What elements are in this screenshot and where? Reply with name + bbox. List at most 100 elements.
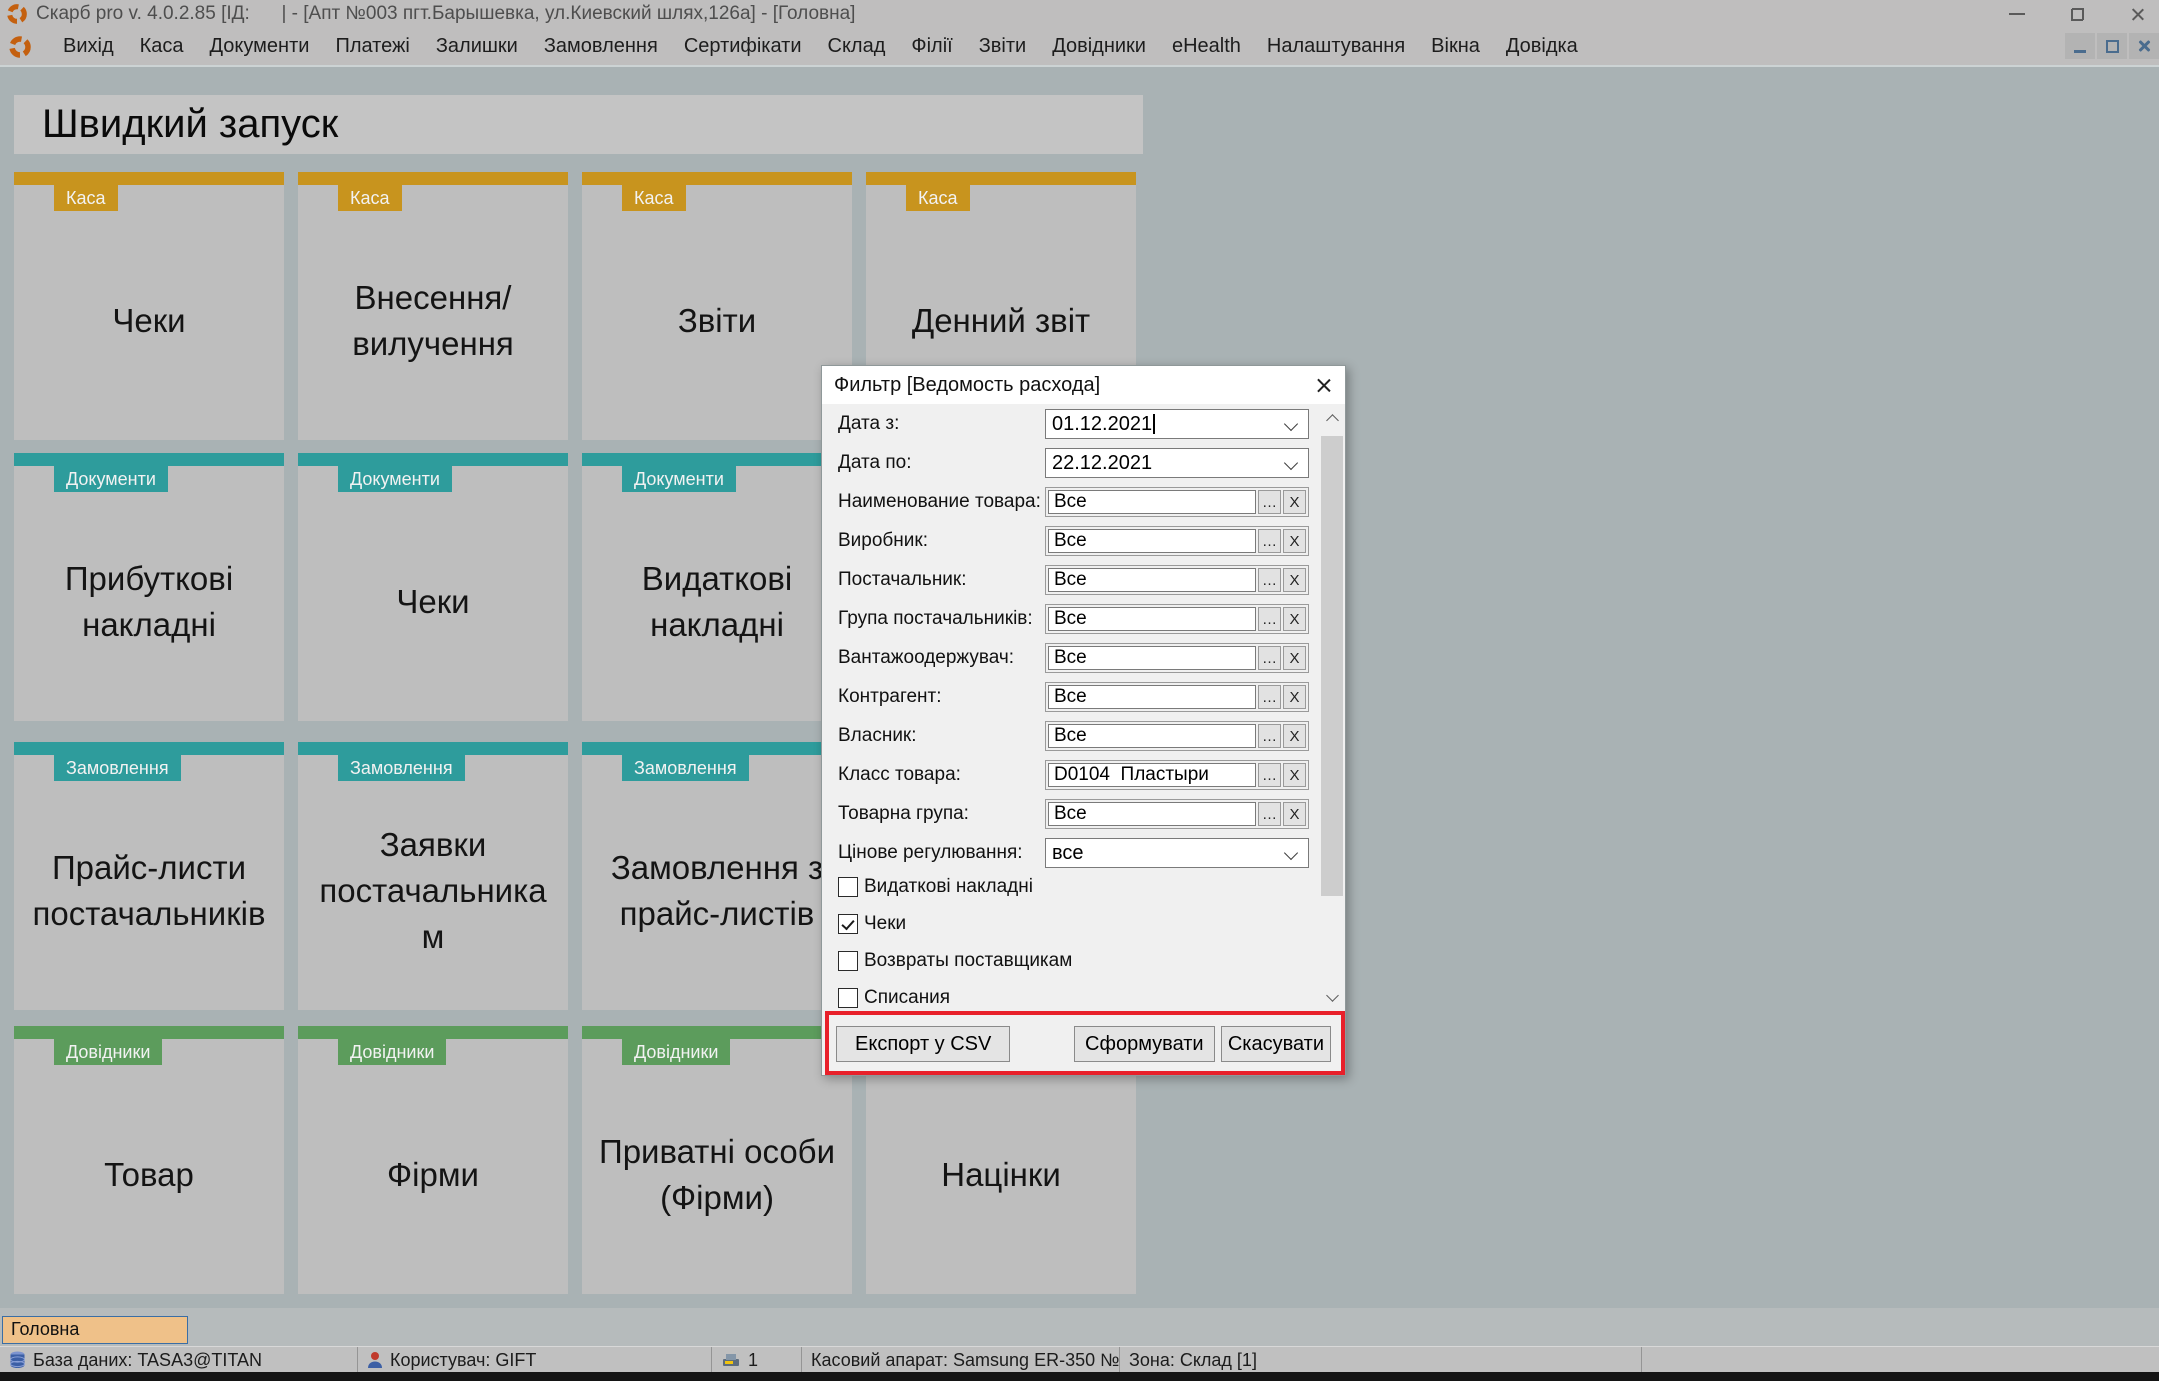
- picker-more-button[interactable]: …: [1258, 685, 1281, 709]
- picker-clear-button[interactable]: X: [1283, 529, 1306, 553]
- picker-field[interactable]: Все: [1048, 685, 1256, 709]
- picker-field[interactable]: Все: [1048, 646, 1256, 670]
- restore-button[interactable]: [2071, 8, 2084, 21]
- menu-zvity[interactable]: Звіти: [966, 30, 1039, 63]
- counterparty-picker: Все … X: [1045, 682, 1309, 712]
- picker-more-button[interactable]: …: [1258, 724, 1281, 748]
- picker-field[interactable]: Все: [1048, 568, 1256, 592]
- picker-clear-button[interactable]: X: [1283, 646, 1306, 670]
- tile-cheky-kasa[interactable]: Каса Чеки: [14, 172, 284, 440]
- menu-filii[interactable]: Філії: [898, 30, 965, 63]
- checkbox-box[interactable]: [838, 988, 858, 1008]
- scrollbar-thumb[interactable]: [1321, 436, 1343, 896]
- menu-zamovlennia[interactable]: Замовлення: [531, 30, 671, 63]
- tile-prais-lysty[interactable]: Замовлення Прайс-листи постачальників: [14, 742, 284, 1010]
- tile-pryvatni-osoby[interactable]: Довідники Приватні особи (Фірми): [582, 1026, 852, 1294]
- menu-kasa[interactable]: Каса: [127, 30, 197, 63]
- tile-color-bar: [298, 742, 568, 755]
- cancel-button[interactable]: Скасувати: [1221, 1026, 1331, 1062]
- menu-ehealth[interactable]: eHealth: [1159, 30, 1254, 63]
- dialog-close-icon[interactable]: [1301, 366, 1345, 404]
- tile-vnesennia-vyluchennia[interactable]: Каса Внесення/вилучення: [298, 172, 568, 440]
- menu-dovidnyky[interactable]: Довідники: [1039, 30, 1159, 63]
- checkbox-box[interactable]: [838, 951, 858, 971]
- database-icon: [9, 1351, 26, 1369]
- tile-vydatkovi-nakladni[interactable]: Документи Видаткові накладні: [582, 453, 852, 721]
- picker-more-button[interactable]: …: [1258, 568, 1281, 592]
- menu-dovidka[interactable]: Довідка: [1493, 30, 1591, 63]
- date-from-value: 01.12.2021: [1046, 413, 1152, 436]
- picker-clear-button[interactable]: X: [1283, 568, 1306, 592]
- date-from-combo[interactable]: 01.12.2021: [1045, 409, 1309, 439]
- checkbox-box[interactable]: [838, 877, 858, 897]
- picker-more-button[interactable]: …: [1258, 646, 1281, 670]
- product-name-picker: Все … X: [1045, 487, 1309, 517]
- picker-field[interactable]: Все: [1048, 724, 1256, 748]
- tile-zamovlennia-z-prais-lystiv[interactable]: Замовлення Замовлення з прайс-листів: [582, 742, 852, 1010]
- menu-vykhid[interactable]: Вихід: [50, 30, 127, 63]
- tile-color-bar: [14, 172, 284, 185]
- checkbox-vydatkovi-nakladni[interactable]: Видаткові накладні: [838, 877, 1321, 897]
- menu-vikna[interactable]: Вікна: [1418, 30, 1493, 63]
- checkbox-box[interactable]: [838, 914, 858, 934]
- mdi-close-button[interactable]: [2129, 33, 2159, 59]
- date-to-combo[interactable]: 22.12.2021: [1045, 448, 1309, 478]
- checkbox-spisaniya[interactable]: Списания: [838, 988, 1321, 1008]
- tile-row-zamovlennia: Замовлення Прайс-листи постачальників За…: [14, 742, 852, 1010]
- picker-field[interactable]: Все: [1048, 490, 1256, 514]
- scroll-up-icon[interactable]: [1321, 404, 1343, 432]
- scroll-down-icon[interactable]: [1321, 983, 1343, 1011]
- picker-more-button[interactable]: …: [1258, 490, 1281, 514]
- price-regulation-combo[interactable]: все: [1045, 838, 1309, 868]
- generate-button[interactable]: Сформувати: [1074, 1026, 1215, 1062]
- picker-field[interactable]: Все: [1048, 529, 1256, 553]
- filter-dialog-titlebar[interactable]: Фильтр [Ведомость расхода]: [822, 366, 1345, 404]
- picker-field[interactable]: Все: [1048, 802, 1256, 826]
- checkbox-vozvraty[interactable]: Возвраты поставщикам: [838, 951, 1321, 971]
- tile-zaiavky[interactable]: Замовлення Заявки постачальникам: [298, 742, 568, 1010]
- mdi-restore-button[interactable]: [2097, 33, 2127, 59]
- picker-clear-button[interactable]: X: [1283, 724, 1306, 748]
- dialog-scrollbar[interactable]: [1321, 404, 1343, 1011]
- tile-firmy[interactable]: Довідники Фірми: [298, 1026, 568, 1294]
- picker-field[interactable]: Все: [1048, 607, 1256, 631]
- tile-color-bar: [14, 453, 284, 466]
- close-button[interactable]: [2130, 7, 2145, 22]
- menu-dokumenty[interactable]: Документи: [197, 30, 323, 63]
- picker-clear-button[interactable]: X: [1283, 802, 1306, 826]
- tile-prybutkovi-nakladni[interactable]: Документи Прибуткові накладні: [14, 453, 284, 721]
- picker-more-button[interactable]: …: [1258, 763, 1281, 787]
- picker-more-button[interactable]: …: [1258, 802, 1281, 826]
- tile-tovar[interactable]: Довідники Товар: [14, 1026, 284, 1294]
- filter-dialog-body: Дата з: 01.12.2021 Дата по: 22.12.2021 Н…: [822, 404, 1321, 1013]
- field-label: Контрагент:: [838, 686, 1045, 708]
- menu-platezhi[interactable]: Платежі: [322, 30, 422, 63]
- menu-zalyshky[interactable]: Залишки: [423, 30, 531, 63]
- picker-clear-button[interactable]: X: [1283, 490, 1306, 514]
- picker-clear-button[interactable]: X: [1283, 607, 1306, 631]
- minimize-button[interactable]: [2009, 13, 2025, 15]
- export-csv-button[interactable]: Експорт у CSV: [836, 1026, 1010, 1062]
- tile-label: Товар: [90, 1122, 208, 1198]
- tile-zvity-kasa[interactable]: Каса Звіти: [582, 172, 852, 440]
- menu-sklad[interactable]: Склад: [815, 30, 899, 63]
- picker-more-button[interactable]: …: [1258, 607, 1281, 631]
- tab-holovna[interactable]: Головна: [2, 1316, 188, 1344]
- picker-clear-button[interactable]: X: [1283, 763, 1306, 787]
- menu-sertyfikaty[interactable]: Сертифікати: [671, 30, 815, 63]
- tile-cheky-dokumenty[interactable]: Документи Чеки: [298, 453, 568, 721]
- tile-label: Видаткові накладні: [582, 526, 852, 648]
- picker-field[interactable]: D0104 Пластыри: [1048, 763, 1256, 787]
- picker-more-button[interactable]: …: [1258, 529, 1281, 553]
- menu-nalashtuvannia[interactable]: Налаштування: [1254, 30, 1418, 63]
- user-icon: [367, 1351, 383, 1369]
- filter-dialog-title: Фильтр [Ведомость расхода]: [822, 374, 1100, 397]
- product-class-picker: D0104 Пластыри … X: [1045, 760, 1309, 790]
- checkbox-cheky[interactable]: Чеки: [838, 914, 1321, 934]
- window-titlebar: Скарб pro v. 4.0.2.85 [ІД: | - [Апт №003…: [0, 0, 2159, 28]
- mdi-minimize-button[interactable]: [2065, 33, 2095, 59]
- picker-clear-button[interactable]: X: [1283, 685, 1306, 709]
- tile-category-tag: Замовлення: [338, 755, 465, 781]
- tile-color-bar: [298, 453, 568, 466]
- tile-label: Звіти: [664, 268, 770, 344]
